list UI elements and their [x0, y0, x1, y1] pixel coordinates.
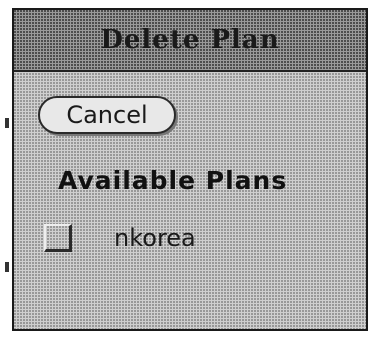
title-bar[interactable]: Delete Plan — [14, 10, 366, 72]
cancel-button[interactable]: Cancel — [38, 96, 176, 134]
dialog-title: Delete Plan — [100, 25, 280, 55]
window-edge-mark — [5, 118, 9, 128]
available-plans-heading: Available Plans — [58, 166, 288, 195]
plan-checkbox[interactable] — [44, 224, 72, 252]
plan-name: nkorea — [114, 224, 196, 252]
cancel-button-label: Cancel — [66, 101, 148, 129]
window-edge-mark — [5, 262, 9, 272]
delete-plan-dialog: Delete Plan Cancel Available Plans nkore… — [12, 8, 368, 331]
plan-item[interactable]: nkorea — [44, 224, 196, 252]
dialog-pane: Cancel Available Plans nkorea — [14, 72, 366, 329]
